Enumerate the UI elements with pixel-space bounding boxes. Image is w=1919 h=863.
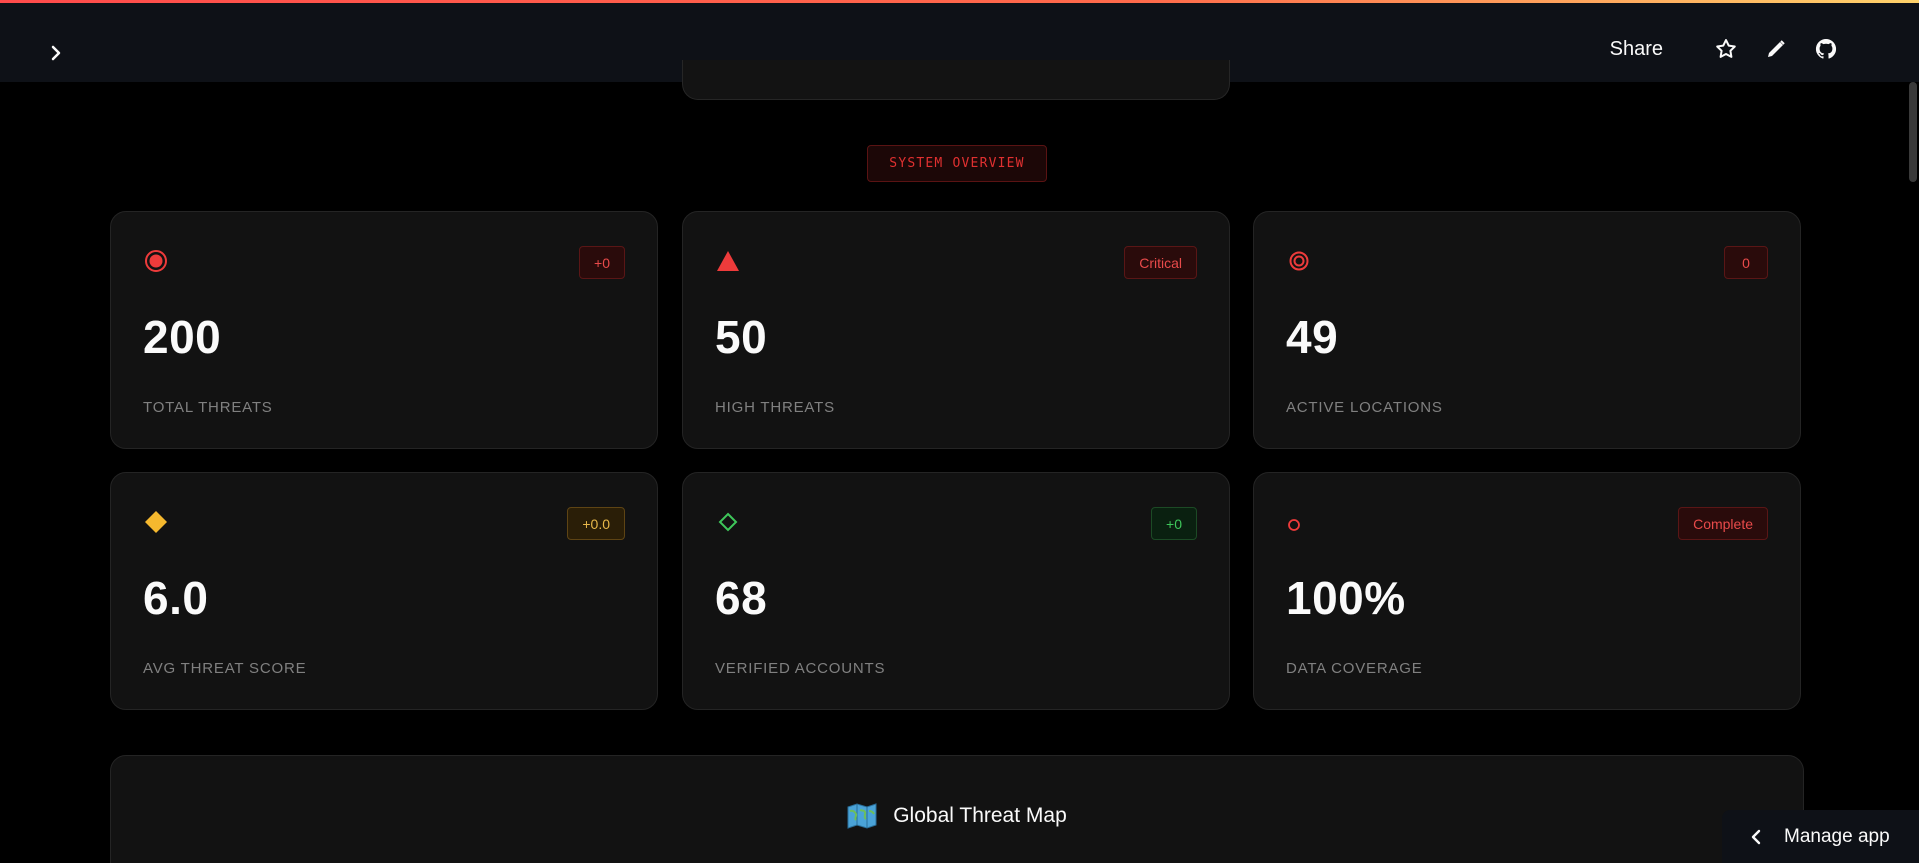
header-actions: Share <box>1610 36 1839 62</box>
circle-outline-icon <box>1286 509 1312 535</box>
target-icon <box>143 248 169 274</box>
map-title-text: Global Threat Map <box>893 804 1067 827</box>
metric-label: DATA COVERAGE <box>1286 660 1423 677</box>
manage-app-label: Manage app <box>1784 825 1890 847</box>
metric-value: 68 <box>715 572 768 624</box>
page-scrollbar[interactable] <box>1909 82 1917 182</box>
map-card-title: Global Threat Map <box>111 802 1803 830</box>
metric-card-verified-accounts: +0 68 VERIFIED ACCOUNTS <box>682 472 1230 710</box>
diamond-filled-icon <box>143 509 169 535</box>
metric-label: TOTAL THREATS <box>143 399 273 416</box>
change-badge: +0 <box>1151 507 1197 540</box>
metric-label: VERIFIED ACCOUNTS <box>715 660 886 677</box>
metric-value: 100% <box>1286 572 1406 624</box>
share-button[interactable]: Share <box>1610 38 1663 61</box>
chevron-left-icon <box>1751 829 1761 844</box>
metric-value: 6.0 <box>143 572 209 624</box>
world-map-icon <box>847 803 877 829</box>
star-icon <box>1716 39 1736 58</box>
change-badge: +0 <box>579 246 625 279</box>
star-button[interactable] <box>1713 36 1739 62</box>
change-badge: +0.0 <box>567 507 625 540</box>
metric-value: 50 <box>715 311 768 363</box>
triangle-icon <box>715 248 741 274</box>
threat-map-card: Global Threat Map <box>110 755 1804 863</box>
edit-button[interactable] <box>1763 36 1789 62</box>
section-title-badge: SYSTEM OVERVIEW <box>867 145 1047 182</box>
sidebar-toggle-button[interactable] <box>44 41 68 65</box>
manage-app-button[interactable]: Manage app <box>1722 810 1919 863</box>
metric-card-active-locations: 0 49 ACTIVE LOCATIONS <box>1253 211 1801 449</box>
diamond-outline-icon <box>715 509 741 535</box>
metric-card-high-threats: Critical 50 HIGH THREATS <box>682 211 1230 449</box>
metric-label: ACTIVE LOCATIONS <box>1286 399 1443 416</box>
status-badge: Critical <box>1124 246 1197 279</box>
metric-card-avg-threat-score: +0.0 6.0 AVG THREAT SCORE <box>110 472 658 710</box>
previous-section-card <box>682 60 1230 100</box>
pencil-icon <box>1768 40 1785 57</box>
metric-value: 49 <box>1286 311 1339 363</box>
metric-label: AVG THREAT SCORE <box>143 660 307 677</box>
change-badge: 0 <box>1724 246 1768 279</box>
github-icon <box>1815 38 1837 59</box>
metric-card-total-threats: +0 200 TOTAL THREATS <box>110 211 658 449</box>
ring-icon <box>1286 248 1312 274</box>
metric-label: HIGH THREATS <box>715 399 835 416</box>
metric-value: 200 <box>143 311 222 363</box>
metric-card-data-coverage: Complete 100% DATA COVERAGE <box>1253 472 1801 710</box>
github-button[interactable] <box>1813 36 1839 62</box>
chevron-right-icon <box>51 45 61 61</box>
status-badge: Complete <box>1678 507 1768 540</box>
